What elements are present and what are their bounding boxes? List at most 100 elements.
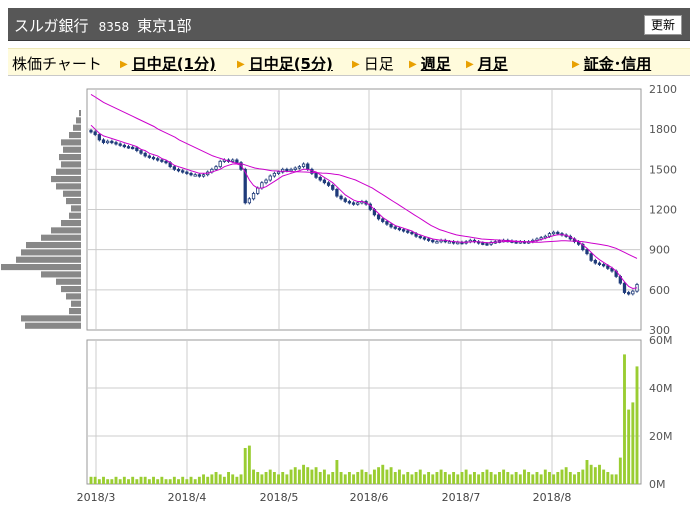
volume-bar <box>573 474 576 484</box>
price-profile-bar <box>56 278 81 285</box>
candle-body <box>260 182 264 189</box>
price-profile-bar <box>21 249 81 256</box>
volume-bar <box>364 472 368 484</box>
volume-bar <box>272 472 276 484</box>
x-tick-label: 2018/8 <box>533 491 572 504</box>
volume-bar <box>539 474 543 484</box>
candle-body <box>151 156 156 160</box>
volume-bar <box>339 472 343 484</box>
volume-bar <box>222 476 226 484</box>
volume-bar <box>568 472 572 484</box>
volume-bar <box>239 474 243 484</box>
candle-body <box>235 159 239 164</box>
price-profile-bar <box>51 227 81 234</box>
volume-bar <box>627 409 631 484</box>
stock-chart: 210018001500120090060030060M40M20M0M2018… <box>1 83 677 504</box>
price-profile-bar <box>56 168 81 175</box>
candle-body <box>256 187 260 194</box>
candle-body <box>122 144 126 148</box>
volume-bar <box>360 469 364 484</box>
volume-bar <box>389 467 393 484</box>
candle-body <box>589 253 593 261</box>
volume-bar <box>406 472 410 484</box>
price-profile-bar <box>69 308 81 315</box>
volume-bar <box>610 474 614 484</box>
volume-bar <box>227 472 230 484</box>
candle-body <box>556 231 560 235</box>
volume-bar <box>385 469 389 484</box>
volume-bar <box>447 474 451 484</box>
candle-body <box>118 143 122 146</box>
candle-body <box>126 146 131 149</box>
volume-bar <box>352 474 356 484</box>
candle-body <box>164 160 168 164</box>
candle-body <box>347 201 352 204</box>
volume-bar <box>456 474 460 484</box>
price-profile-bar <box>73 124 81 131</box>
candle-body <box>343 198 347 202</box>
volume-bar <box>152 476 155 484</box>
volume-bar <box>518 474 522 484</box>
volume-bar <box>197 476 201 484</box>
price-profile-bar <box>41 234 81 241</box>
volume-bar <box>202 474 205 484</box>
price-tick-label: 2100 <box>649 83 677 96</box>
volume-bar <box>243 448 247 484</box>
candle-body <box>322 179 327 184</box>
candle-body <box>193 174 197 177</box>
candle-body <box>114 142 118 145</box>
volume-bar <box>635 366 639 484</box>
volume-bar <box>460 472 464 484</box>
candle-body <box>181 170 185 173</box>
price-tick-label: 1500 <box>649 163 677 176</box>
candle-body <box>410 231 414 235</box>
volume-bar <box>614 474 618 484</box>
volume-bar <box>281 472 285 484</box>
price-profile-bar <box>61 220 81 227</box>
candle-body <box>485 243 489 246</box>
price-profile-bar <box>59 154 81 161</box>
price-profile-bar <box>25 322 81 329</box>
volume-bar <box>439 469 443 484</box>
price-tick-label: 1800 <box>649 123 677 136</box>
volume-bar <box>306 467 310 484</box>
volume-bar <box>514 472 518 484</box>
candle-body <box>110 140 114 144</box>
volume-bar <box>464 469 468 484</box>
volume-tick-label: 0M <box>649 478 666 491</box>
volume-bar <box>402 474 406 484</box>
candle-body <box>297 166 302 169</box>
volume-bar <box>277 474 281 484</box>
candle-body <box>593 259 597 264</box>
volume-bar <box>189 476 193 484</box>
volume-bar <box>318 472 322 484</box>
candle-body <box>268 175 272 181</box>
volume-bar <box>427 472 431 484</box>
candle-body <box>276 171 281 174</box>
volume-bar <box>477 474 481 484</box>
candle-body <box>335 189 339 197</box>
volume-bar <box>435 472 439 484</box>
volume-bar <box>343 474 347 484</box>
volume-bar <box>331 472 335 484</box>
candle-body <box>401 229 406 232</box>
volume-bar <box>431 474 435 484</box>
volume-bar <box>372 469 376 484</box>
candle-body <box>422 237 427 240</box>
volume-bar <box>181 476 185 484</box>
volume-bar <box>473 472 476 484</box>
candle-body <box>251 193 256 200</box>
volume-bar <box>172 476 176 484</box>
candle-body <box>160 159 164 162</box>
candle-body <box>172 166 176 170</box>
volume-bar <box>139 476 143 484</box>
candle-body <box>143 152 147 157</box>
candle-body <box>418 235 422 239</box>
candle-body <box>481 242 485 245</box>
candle-body <box>214 166 218 170</box>
volume-bar <box>97 479 101 484</box>
volume-bar <box>135 479 139 484</box>
candle-body <box>547 233 552 237</box>
candle-body <box>97 134 101 141</box>
candle-body <box>231 159 235 162</box>
